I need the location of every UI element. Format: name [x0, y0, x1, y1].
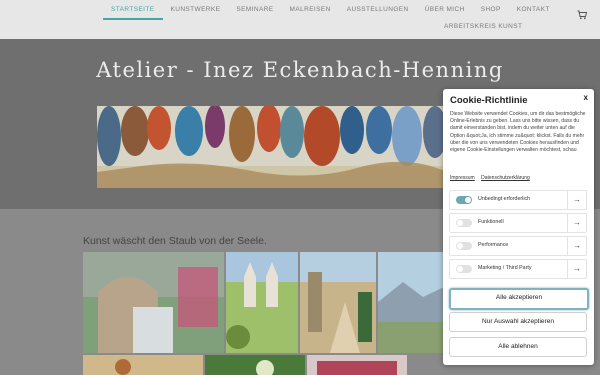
- cookie-dialog-title: Cookie-Richtlinie: [450, 95, 528, 106]
- cookie-links: Impressum Datenschutzerklärung: [450, 175, 535, 181]
- nav-item-startseite[interactable]: Startseite: [103, 2, 163, 20]
- arrow-right-icon[interactable]: →: [567, 260, 586, 278]
- page-title: Atelier - Inez Eckenbach-Henning: [96, 58, 504, 82]
- toggle-marketing[interactable]: [456, 265, 472, 273]
- reject-all-button[interactable]: Alle ablehnen: [449, 337, 587, 357]
- gallery-thumbnail-4[interactable]: [378, 252, 444, 353]
- privacy-policy-link[interactable]: Datenschutzerklärung: [481, 175, 530, 181]
- main-menu: Startseite Kunstwerke Seminare Malreisen…: [103, 2, 558, 20]
- arrow-right-icon[interactable]: →: [567, 214, 586, 232]
- consent-label: Performance: [478, 242, 509, 248]
- hero-painting: [97, 106, 447, 188]
- cookie-description: Diese Website verwendet Cookies, um dir …: [450, 111, 586, 154]
- cookie-dialog: Cookie-Richtlinie x Diese Website verwen…: [443, 89, 594, 365]
- nav-item-kunstwerke[interactable]: Kunstwerke: [163, 2, 229, 20]
- gallery-thumbnail-7[interactable]: [307, 355, 407, 375]
- top-navigation-bar: Startseite Kunstwerke Seminare Malreisen…: [0, 0, 600, 39]
- nav-item-kontakt[interactable]: Kontakt: [509, 2, 558, 20]
- gallery-thumbnail-6[interactable]: [205, 355, 305, 375]
- toggle-performance[interactable]: [456, 242, 472, 250]
- accept-all-button[interactable]: Alle akzeptieren: [449, 288, 589, 310]
- close-icon[interactable]: x: [584, 93, 588, 102]
- accept-selection-button[interactable]: Nur Auswahl akzeptieren: [449, 312, 587, 332]
- consent-row-marketing: Marketing / Third Party →: [449, 259, 587, 279]
- nav-item-arbeitskreis-kunst[interactable]: Arbeitskreis Kunst: [444, 23, 522, 30]
- nav-item-seminare[interactable]: Seminare: [228, 2, 281, 20]
- impressum-link[interactable]: Impressum: [450, 175, 475, 181]
- consent-row-functional: Funktionell →: [449, 213, 587, 233]
- nav-item-ausstellungen[interactable]: Ausstellungen: [339, 2, 417, 20]
- cart-icon[interactable]: [577, 10, 587, 20]
- gallery-thumbnail-1[interactable]: [83, 252, 224, 353]
- toggle-functional[interactable]: [456, 219, 472, 227]
- nav-item-malreisen[interactable]: Malreisen: [282, 2, 339, 20]
- nav-item-ueber-mich[interactable]: Über mich: [417, 2, 473, 20]
- gallery-thumbnail-5[interactable]: [83, 355, 203, 375]
- arrow-right-icon[interactable]: →: [567, 191, 586, 209]
- arrow-right-icon[interactable]: →: [567, 237, 586, 255]
- nav-item-shop[interactable]: Shop: [473, 2, 509, 20]
- consent-label: Funktionell: [478, 219, 504, 225]
- consent-row-required: Unbedingt erforderlich →: [449, 190, 587, 210]
- gallery-thumbnail-3[interactable]: [300, 252, 376, 353]
- consent-label: Marketing / Third Party: [478, 265, 532, 271]
- consent-row-performance: Performance →: [449, 236, 587, 256]
- gallery-thumbnail-2[interactable]: [226, 252, 298, 353]
- consent-label: Unbedingt erforderlich: [478, 196, 531, 202]
- toggle-required[interactable]: [456, 196, 472, 204]
- tagline: Kunst wäscht den Staub von der Seele.: [83, 235, 267, 247]
